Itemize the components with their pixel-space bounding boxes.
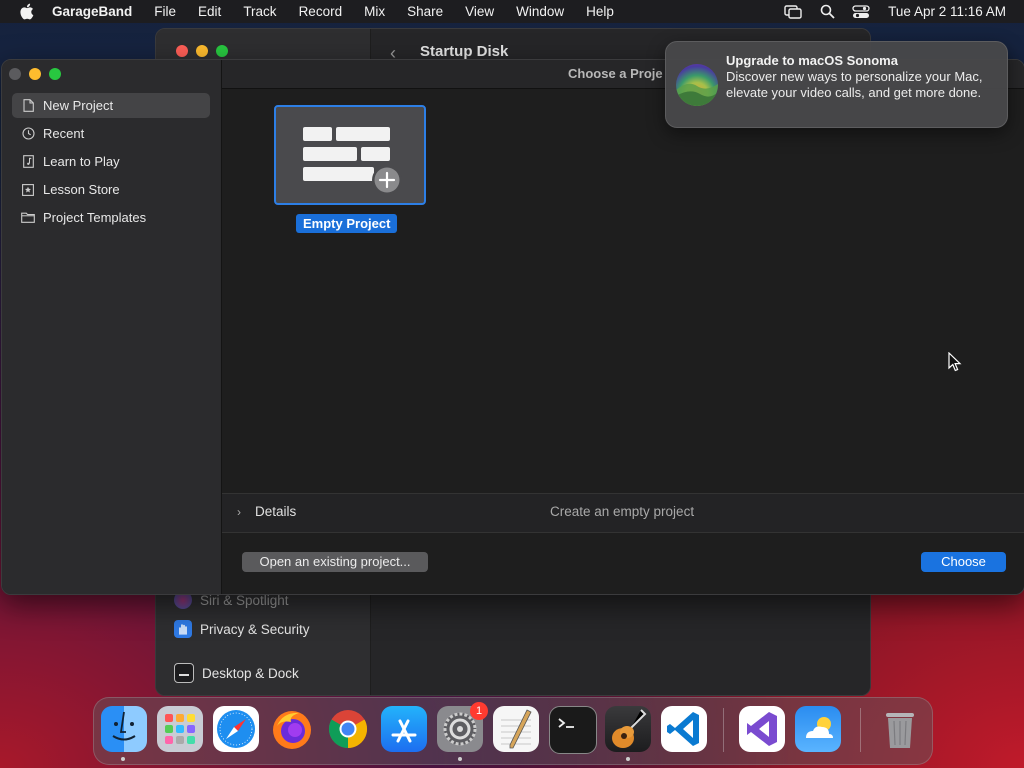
menu-file[interactable]: File <box>154 4 176 19</box>
firefox-icon[interactable] <box>269 706 315 752</box>
minimize-button[interactable] <box>29 68 41 80</box>
folder-icon <box>21 211 35 225</box>
menu-track[interactable]: Track <box>243 4 276 19</box>
running-indicator <box>626 757 630 761</box>
close-button[interactable] <box>9 68 21 80</box>
settings-item-desktop-dock[interactable]: Desktop & Dock <box>174 663 299 683</box>
open-existing-project-button[interactable]: Open an existing project... <box>242 552 428 572</box>
menu-status-area: Tue Apr 2 11:16 AM <box>768 0 1006 23</box>
dock-separator <box>860 708 861 752</box>
running-indicator <box>458 757 462 761</box>
choose-button[interactable]: Choose <box>921 552 1006 572</box>
sidebar-item-recent[interactable]: Recent <box>12 121 210 146</box>
mouse-pointer-icon <box>948 352 962 372</box>
visual-studio-icon[interactable] <box>739 706 785 752</box>
vscode-icon[interactable] <box>661 706 707 752</box>
menu-view[interactable]: View <box>465 4 494 19</box>
details-bar: › Details Create an empty project <box>222 493 1024 533</box>
app-store-icon[interactable] <box>381 706 427 752</box>
sidebar-item-new-project[interactable]: New Project <box>12 93 210 118</box>
sidebar-item-label: Recent <box>43 126 85 141</box>
menu-window[interactable]: Window <box>516 4 564 19</box>
settings-item-privacy[interactable]: Privacy & Security <box>174 620 310 638</box>
empty-project-label[interactable]: Empty Project <box>296 214 398 233</box>
chooser-sidebar: New Project Recent Learn to Play Lesson … <box>2 60 222 594</box>
settings-page-title: Startup Disk <box>420 43 509 60</box>
safari-icon[interactable] <box>213 706 259 752</box>
window-title: Choose a Proje <box>568 66 663 81</box>
weather-icon[interactable] <box>795 706 841 752</box>
search-icon[interactable] <box>818 4 836 20</box>
clock-icon <box>21 127 35 141</box>
upgrade-notification[interactable]: Upgrade to macOS Sonoma Discover new way… <box>665 41 1008 128</box>
details-toggle[interactable]: Details <box>255 504 296 519</box>
macos-sonoma-icon <box>676 64 718 106</box>
sidebar-item-lesson-store[interactable]: Lesson Store <box>12 177 210 202</box>
notification-badge: 1 <box>470 702 488 720</box>
menu-app-name[interactable]: GarageBand <box>52 4 132 19</box>
menu-clock[interactable]: Tue Apr 2 11:16 AM <box>888 4 1006 19</box>
document-icon <box>21 99 35 113</box>
sidebar-item-label: New Project <box>43 98 114 113</box>
chooser-main: Choose a Proje Empty Project › Details C… <box>222 60 1024 594</box>
chrome-icon[interactable] <box>325 706 371 752</box>
empty-project-tile[interactable] <box>274 105 426 205</box>
sidebar-item-label: Learn to Play <box>43 154 120 169</box>
hand-icon <box>174 620 192 638</box>
sidebar-item-learn-to-play[interactable]: Learn to Play <box>12 149 210 174</box>
close-button[interactable] <box>176 45 188 57</box>
dock-separator <box>723 708 724 752</box>
menu-share[interactable]: Share <box>407 4 443 19</box>
textedit-icon[interactable] <box>493 706 539 752</box>
menu-edit[interactable]: Edit <box>198 4 221 19</box>
project-chooser-window: New Project Recent Learn to Play Lesson … <box>1 59 1024 595</box>
dock: 1 <box>93 697 933 765</box>
terminal-icon[interactable] <box>549 706 597 754</box>
notification-body: Discover new ways to personalize your Ma… <box>726 69 983 100</box>
star-icon <box>21 183 35 197</box>
garageband-icon[interactable] <box>605 706 651 752</box>
chooser-traffic-lights <box>9 68 61 80</box>
dock-icon <box>174 663 194 683</box>
sidebar-item-label: Project Templates <box>43 210 147 225</box>
settings-item-label: Privacy & Security <box>200 621 310 637</box>
notification-title: Upgrade to macOS Sonoma <box>726 53 898 68</box>
control-center-icon[interactable] <box>852 4 870 20</box>
chevron-right-icon[interactable]: › <box>237 505 241 519</box>
sidebar-item-label: Lesson Store <box>43 182 120 197</box>
menu-bar: GarageBand File Edit Track Record Mix Sh… <box>0 0 1024 23</box>
details-description: Create an empty project <box>550 504 695 519</box>
menu-record[interactable]: Record <box>299 4 343 19</box>
running-indicator <box>121 757 125 761</box>
minimize-button[interactable] <box>196 45 208 57</box>
finder-icon[interactable] <box>101 706 147 752</box>
settings-item-label: Desktop & Dock <box>202 665 299 681</box>
music-note-icon <box>21 155 35 169</box>
zoom-button[interactable] <box>49 68 61 80</box>
launchpad-icon[interactable] <box>157 706 203 752</box>
empty-project-thumbnail <box>303 127 402 195</box>
apple-icon[interactable] <box>19 3 35 20</box>
menu-help[interactable]: Help <box>586 4 614 19</box>
zoom-button[interactable] <box>216 45 228 57</box>
sidebar-item-project-templates[interactable]: Project Templates <box>12 205 210 230</box>
trash-icon[interactable] <box>877 706 923 752</box>
settings-traffic-lights <box>176 45 228 57</box>
screen-mirroring-icon[interactable] <box>784 4 802 20</box>
menu-mix[interactable]: Mix <box>364 4 385 19</box>
